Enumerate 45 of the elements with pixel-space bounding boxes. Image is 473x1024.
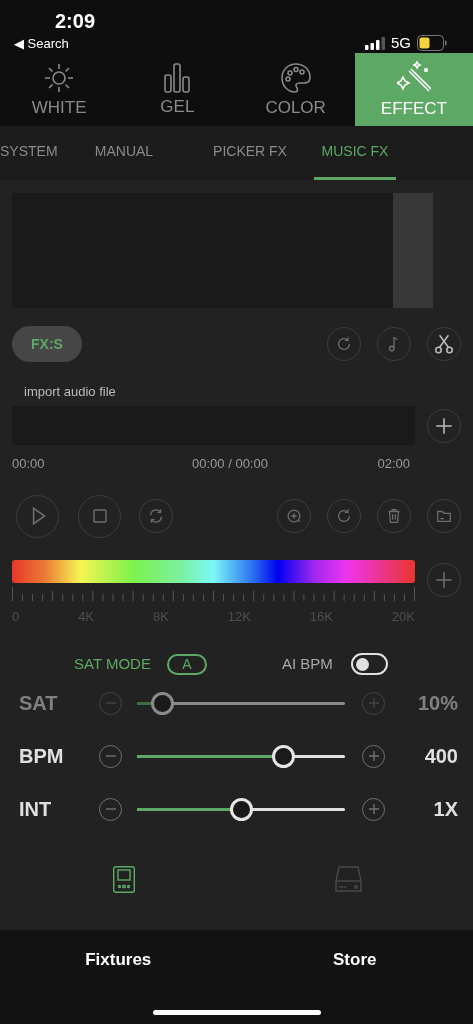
plus-icon xyxy=(367,750,380,762)
category-tab[interactable]: WHITE xyxy=(0,53,119,126)
nav-tab[interactable]: Store xyxy=(333,947,377,973)
network-label: 5G xyxy=(391,33,411,53)
zoom-in-icon xyxy=(285,507,303,525)
playback-time: 00:00 / 00:00 xyxy=(192,455,268,473)
scissors-icon xyxy=(433,333,455,355)
device-remote-icon[interactable] xyxy=(113,866,136,893)
back-link[interactable]: ◀ Search xyxy=(14,36,69,52)
category-tab[interactable]: GEL xyxy=(118,53,237,126)
plus-icon xyxy=(367,697,380,709)
fx-button[interactable]: FX:S xyxy=(12,326,82,362)
plus-icon xyxy=(367,803,380,815)
sub-tab[interactable]: SYSTEM xyxy=(0,126,56,180)
ai-bpm-switch[interactable] xyxy=(350,653,388,675)
bar-chart-icon xyxy=(164,62,191,93)
end-time: 02:00 xyxy=(377,455,410,473)
status-time: 2:09 xyxy=(55,10,96,32)
category-tab[interactable]: COLOR xyxy=(236,53,355,126)
ai-bpm-label: AI BPM xyxy=(281,653,333,674)
sat-mode-label: SAT MODE xyxy=(74,653,151,674)
slider-label: SAT xyxy=(19,691,59,716)
sat-mode-toggle[interactable]: A xyxy=(166,653,207,675)
slider-label: BPM xyxy=(19,744,65,769)
battery-icon xyxy=(417,35,447,52)
slider[interactable] xyxy=(137,797,345,821)
sub-tab[interactable]: MANUAL xyxy=(84,126,164,180)
sub-tab[interactable]: PICKER FX xyxy=(202,126,298,180)
start-time: 00:00 xyxy=(12,455,45,473)
device-drive-icon[interactable] xyxy=(335,866,363,893)
refresh-icon xyxy=(335,507,353,525)
loop-icon xyxy=(147,507,165,525)
sun-icon xyxy=(43,61,76,94)
slider-value: 10% xyxy=(417,691,458,716)
slider[interactable] xyxy=(137,744,345,768)
refresh-icon xyxy=(335,335,353,353)
slider-label: INT xyxy=(19,797,53,822)
import-label: import audio file xyxy=(24,384,116,400)
nav-tab[interactable]: Fixtures xyxy=(85,947,152,973)
palette-icon xyxy=(279,61,312,94)
signal-icon xyxy=(365,36,385,50)
slider-value: 1X xyxy=(433,797,458,822)
category-tab[interactable]: EFFECT xyxy=(354,53,473,126)
sub-tab[interactable]: MUSIC FX xyxy=(314,126,396,180)
slider-value: 400 xyxy=(424,744,458,769)
